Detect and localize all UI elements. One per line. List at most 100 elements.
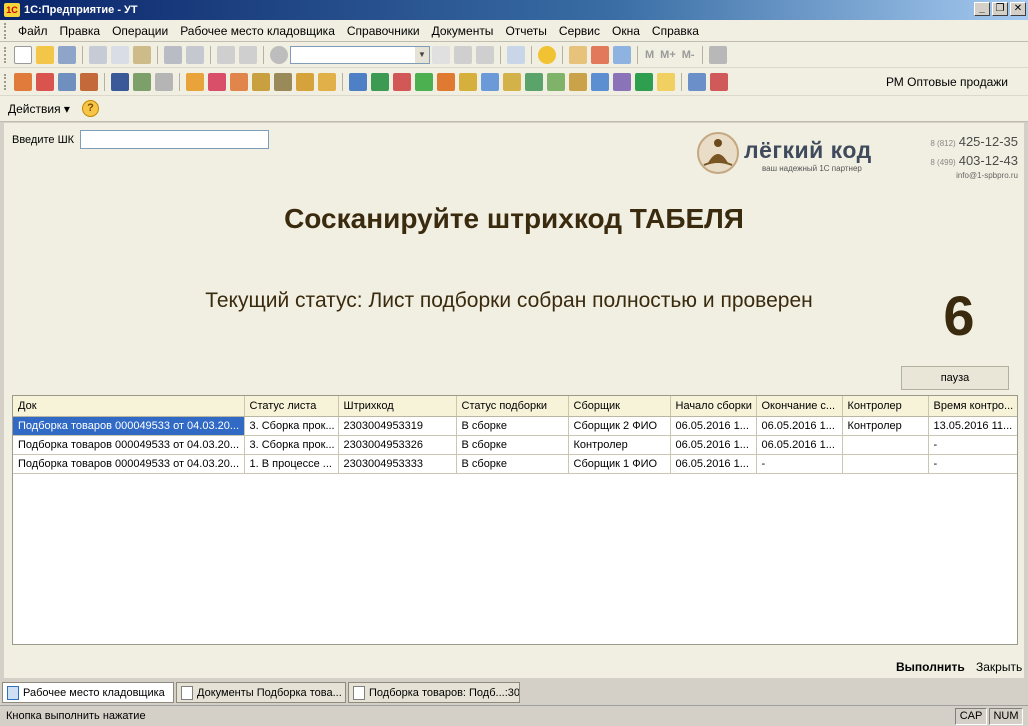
table-cell[interactable]: 1. В процессе ... [244,454,339,474]
note-icon[interactable] [657,72,675,91]
table-cell[interactable]: Сборщик 2 ФИО [568,416,671,436]
clear-search-icon[interactable] [432,45,450,64]
table-cell[interactable]: Подборка товаров 000049533 от 04.03.20..… [13,416,245,436]
pause-button[interactable]: пауза [901,366,1009,390]
payment-icon[interactable] [437,72,455,91]
table-cell[interactable]: Контролер [842,416,929,436]
user-card-icon[interactable] [688,72,706,91]
close-button[interactable]: Закрыть [976,660,1022,674]
search-combo[interactable]: ▼ [290,45,430,64]
table-cell[interactable]: 2303004953319 [338,416,457,436]
column-header-barcode[interactable]: Штрихкод [338,396,457,417]
memory-m-button[interactable]: M [645,49,654,61]
analysis-icon[interactable] [613,72,631,91]
table-cell[interactable]: 06.05.2016 1... [670,416,757,436]
schedule-icon[interactable] [133,72,151,91]
chevron-down-icon[interactable]: ▼ [415,46,429,63]
cut-icon[interactable] [89,45,107,64]
undo-icon[interactable] [217,45,235,64]
menu-service[interactable]: Сервис [553,22,606,40]
table-row[interactable]: Подборка товаров 000049533 от 04.03.20..… [13,416,1017,436]
column-header-list-status[interactable]: Статус листа [244,396,339,417]
find-prev-icon[interactable] [476,45,494,64]
menu-operations[interactable]: Операции [106,22,174,40]
table-cell[interactable]: 06.05.2016 1... [756,435,843,455]
return-icon[interactable] [415,72,433,91]
save-icon[interactable] [58,45,76,64]
discount-icon[interactable] [525,72,543,91]
find-next-icon[interactable] [454,45,472,64]
cash-icon[interactable] [459,72,477,91]
memory-minus-button[interactable]: M- [682,49,695,61]
column-header-start[interactable]: Начало сборки [670,396,757,417]
document-stack-icon[interactable] [36,72,54,91]
column-header-controller[interactable]: Контролер [842,396,929,417]
menu-catalogs[interactable]: Справочники [341,22,426,40]
table-cell[interactable]: Подборка товаров 000049533 от 04.03.20..… [13,435,245,455]
menu-windows[interactable]: Окна [606,22,646,40]
tab-documents-picking[interactable]: Документы Подборка това... [176,682,346,703]
print-icon[interactable] [164,45,182,64]
table-cell[interactable]: Подборка товаров 000049533 от 04.03.20..… [13,454,245,474]
report-icon[interactable] [569,72,587,91]
settlement-icon[interactable] [591,72,609,91]
close-window-button[interactable]: ✕ [1010,2,1026,16]
windows-icon[interactable] [507,45,525,64]
menu-documents[interactable]: Документы [426,22,500,40]
column-header-control-time[interactable]: Время контро... [928,396,1017,417]
check-icon[interactable] [547,72,565,91]
tab-storekeeper-workplace[interactable]: Рабочее место кладовщика [2,682,174,703]
table-row[interactable]: Подборка товаров 000049533 от 04.03.20..… [13,454,1017,474]
user-group-icon[interactable] [710,72,728,91]
green-card-icon[interactable] [635,72,653,91]
menu-file[interactable]: Файл [12,22,54,40]
table-cell[interactable] [842,435,929,455]
restore-button[interactable]: ❐ [992,2,1008,16]
barcode-input[interactable] [80,130,269,149]
new-document-icon[interactable] [14,45,32,64]
table-cell[interactable]: 13.05.2016 11... [928,416,1017,436]
order-green-icon[interactable] [371,72,389,91]
table-cell[interactable] [842,454,929,474]
tab-picking-document[interactable]: Подборка товаров: Подб...:30 [348,682,520,703]
calculator-icon[interactable] [569,45,587,64]
goods-receipt-icon[interactable] [208,72,226,91]
table-cell[interactable]: В сборке [456,416,569,436]
execute-button[interactable]: Выполнить [896,660,965,674]
print-preview-icon[interactable] [186,45,204,64]
minimize-button[interactable]: _ [974,2,990,16]
copy-icon[interactable] [111,45,129,64]
table-cell[interactable]: Сборщик 1 ФИО [568,454,671,474]
menu-storekeeper-workplace[interactable]: Рабочее место кладовщика [174,22,341,40]
help-icon[interactable]: ? [81,100,99,117]
price-icon[interactable] [503,72,521,91]
menu-reports[interactable]: Отчеты [499,22,552,40]
redo-icon[interactable] [239,45,257,64]
inventory-icon[interactable] [252,72,270,91]
column-header-picking-status[interactable]: Статус подборки [456,396,569,417]
employees-icon[interactable] [111,72,129,91]
stock-icon[interactable] [274,72,292,91]
table-cell[interactable]: В сборке [456,435,569,455]
paste-icon[interactable] [133,45,151,64]
transfer-icon[interactable] [296,72,314,91]
actions-menu-button[interactable]: Действия ▾ [8,102,70,116]
find-icon[interactable] [270,45,288,64]
table-cell[interactable]: 3. Сборка прок... [244,416,339,436]
goods-issue-icon[interactable] [230,72,248,91]
tools-icon[interactable] [708,45,727,64]
order-icon[interactable] [349,72,367,91]
table-row[interactable]: Подборка товаров 000049533 от 04.03.20..… [13,435,1017,455]
column-header-doc[interactable]: Док [13,396,245,417]
table-cell[interactable]: Контролер [568,435,671,455]
chart-icon[interactable] [155,72,173,91]
open-folder-icon[interactable] [36,45,54,64]
writeoff-icon[interactable] [318,72,336,91]
picking-table[interactable]: Док Статус листа Штрихкод Статус подборк… [12,395,1018,645]
memory-plus-button[interactable]: M+ [660,49,676,61]
table-cell[interactable]: 06.05.2016 1... [756,416,843,436]
table-cell[interactable]: 2303004953333 [338,454,457,474]
warehouse-icon[interactable] [186,72,204,91]
column-header-end[interactable]: Окончание с... [756,396,843,417]
table-cell[interactable]: 06.05.2016 1... [670,435,757,455]
